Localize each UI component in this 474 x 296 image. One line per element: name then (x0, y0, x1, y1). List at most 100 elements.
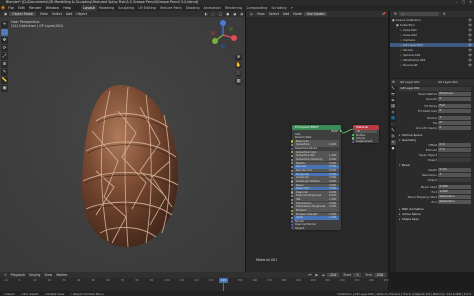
input-socket-icon[interactable] (291, 205, 294, 209)
outliner-item-area-002[interactable]: ◇ Area.002 👁 (390, 33, 474, 37)
panel-texture-space[interactable]: ▸ Texture Space (397, 133, 473, 137)
jump-start-icon[interactable]: ⏮ (306, 272, 313, 278)
end-frame-field[interactable]: 250 (373, 272, 386, 278)
jump-end-icon[interactable]: ⏭ (320, 272, 327, 278)
prop-field[interactable]: 0 m (438, 143, 471, 148)
properties-type-icon[interactable]: ⚙ (390, 79, 397, 85)
chevron-right-icon[interactable]: ▸ (399, 217, 400, 221)
measure-tool-icon[interactable]: 📏 (1, 77, 8, 84)
view-layer-tab-icon[interactable]: 🖼 (391, 104, 396, 109)
rotate-tool-icon[interactable]: ⟳ (1, 45, 8, 52)
select-box-tool-icon[interactable]: ⬚ (1, 29, 8, 36)
pan-hand-icon[interactable]: ✋ (235, 62, 242, 69)
camera-view-icon[interactable]: 🎥 (235, 70, 242, 77)
input-socket-icon[interactable] (291, 187, 294, 190)
prop-field[interactable]: 4 (438, 173, 471, 178)
input-socket-icon[interactable] (291, 154, 294, 158)
chevron-down-icon[interactable]: ▾ (399, 138, 400, 142)
input-socket-icon[interactable] (291, 227, 294, 230)
tl-menu-keying[interactable]: Keying (27, 272, 42, 278)
panel-active-spline[interactable]: ▸ Active Spline (397, 212, 473, 216)
prop-field[interactable] (438, 178, 471, 183)
visibility-eye-icon[interactable]: 👁 (468, 38, 472, 42)
panel-shape-keys[interactable]: ▸ Shape Keys (397, 217, 473, 221)
prop-field[interactable]: 0.000 (438, 185, 471, 190)
chevron-right-icon[interactable]: ▸ (399, 212, 400, 216)
input-socket-icon[interactable] (291, 180, 294, 183)
input-socket-icon[interactable] (291, 184, 294, 187)
input-socket-icon[interactable] (291, 191, 294, 194)
prop-end[interactable]: End Resolution (397, 200, 473, 205)
move-tool-icon[interactable]: ✥ (1, 37, 8, 44)
principled-input-tangent[interactable]: Tangent (291, 227, 341, 230)
material-output-node[interactable]: Material Output All Surface Volume Displ… (352, 125, 379, 144)
prop-smooth[interactable]: Smooth 0 (397, 97, 473, 102)
output-tab-icon[interactable]: 🖶 (391, 98, 396, 103)
prop-field[interactable]: GP Layer.001 (399, 87, 471, 92)
data-tab-icon[interactable]: ∿ (390, 140, 396, 145)
prop-field[interactable] (438, 158, 471, 163)
input-socket-icon[interactable] (291, 194, 294, 198)
visibility-eye-icon[interactable]: 👁 (468, 33, 472, 37)
input-socket-icon[interactable] (291, 144, 294, 147)
vp-menu-object[interactable]: Object (74, 11, 89, 17)
world-tab-icon[interactable]: 🌐 (391, 116, 396, 121)
input-socket-icon[interactable] (291, 165, 294, 169)
prop-field[interactable]: Resolution (438, 195, 471, 200)
outliner-item-gp-layer-001[interactable]: ◇ GP Layer.001 👁 (390, 43, 474, 48)
prop-bevel-start[interactable]: Bevel Start 0.000 (397, 185, 473, 190)
ne-menu-view[interactable]: View (255, 11, 267, 17)
outliner-item-camera[interactable]: ◇ Camera 👁 (390, 38, 474, 42)
timeline-ruler[interactable]: -100102030405060708090100110120130140150… (0, 279, 389, 284)
panel-path-animation[interactable]: ▸ Path Animation (397, 207, 473, 211)
outliner-item-stroke[interactable]: ◇ Stroke 👁 (390, 48, 474, 52)
prop-offset[interactable]: Offset 0 m (397, 143, 473, 148)
input-socket-icon[interactable] (291, 169, 294, 172)
outliner-item-wireframe-001[interactable]: ◇ Wireframe.001 👁 (390, 58, 474, 62)
input-socket-icon[interactable] (291, 209, 294, 212)
visibility-eye-icon[interactable]: 👁 (468, 43, 472, 47)
mode-dropdown[interactable]: Object Mode (9, 11, 36, 17)
outliner-item-round-alt[interactable]: ◇ Round.alt 👁 (390, 63, 474, 67)
chevron-right-icon[interactable]: ▸ (399, 207, 400, 211)
prop-field[interactable] (438, 153, 471, 158)
cursor-tool-icon[interactable]: ⌖ (1, 21, 8, 28)
visibility-eye-icon[interactable]: 👁 (468, 18, 472, 22)
pin-icon[interactable]: 📌 (380, 11, 388, 17)
prop-radius[interactable]: Radius 1 (397, 116, 473, 121)
prop-end[interactable]: End 1.000 (397, 190, 473, 195)
vp-menu-select[interactable]: Select (50, 11, 64, 17)
playhead[interactable]: 124 (219, 278, 228, 283)
prop-field[interactable]: 0 m (438, 148, 471, 153)
prop-twist-method[interactable]: Twist Method Minimum (397, 92, 473, 97)
input-socket-icon[interactable] (291, 147, 294, 150)
input-socket-icon[interactable] (291, 173, 294, 176)
prop-depth[interactable]: Depth 0.1m (397, 168, 473, 173)
panel-geometry[interactable]: ▾ Geometry (397, 138, 473, 142)
prop-name[interactable]: GP Layer.001 (397, 87, 473, 92)
timeline-type-icon[interactable]: ⏱ (2, 272, 9, 278)
vp-menu-add[interactable]: Add (64, 11, 74, 17)
prop-extrude[interactable]: Extrude 0 m (397, 148, 473, 153)
outliner-item-scene-collection[interactable]: ▣ Scene Collection 👁 (390, 18, 474, 22)
prop-object[interactable]: Object (397, 158, 473, 163)
visibility-eye-icon[interactable]: 👁 (468, 28, 472, 32)
prop-field[interactable]: 0 (438, 97, 471, 102)
tool-tab-icon[interactable]: 🔧 (391, 86, 396, 91)
visibility-eye-icon[interactable]: 👁 (468, 58, 472, 62)
zoom-icon[interactable]: ⊕ (235, 54, 242, 61)
input-socket-icon[interactable] (291, 140, 294, 143)
vp-menu-view[interactable]: View (38, 11, 50, 17)
current-frame-field[interactable]: 124 (326, 272, 340, 278)
prop-field[interactable]: 0 (438, 126, 471, 131)
outliner-type-icon[interactable]: ☰ (392, 11, 399, 17)
panel-bevel[interactable]: ▾ Bevel (397, 163, 473, 167)
prop-field[interactable]: Full (438, 104, 471, 109)
prop-field[interactable]: Minimum (438, 92, 471, 97)
prop-resolution[interactable]: Resolution 4 (397, 173, 473, 178)
render-tab-icon[interactable]: 📷 (391, 92, 396, 97)
chevron-down-icon[interactable]: ▾ (399, 163, 400, 167)
object-tab-icon[interactable]: ▢ (391, 122, 396, 127)
tl-menu-playback[interactable]: Playback (9, 272, 28, 278)
modifier-tab-icon[interactable]: 🔧 (391, 128, 396, 133)
